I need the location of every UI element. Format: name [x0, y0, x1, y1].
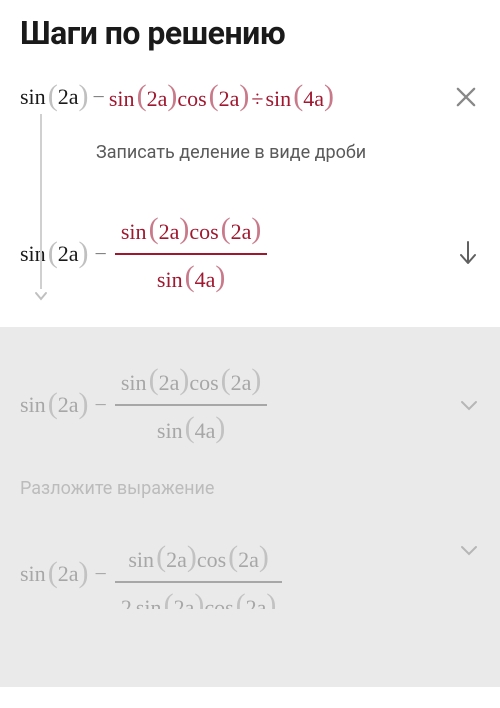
step-2: sin(2a) − sin(2a)cos(2a) sin(4a) — [0, 163, 500, 327]
step-3: sin(2a) − sin(2a)cos(2a) sin(4a) — [0, 328, 500, 448]
step-1: sin(2a) − sin(2a)cos(2a)÷sin(4a) Записат… — [0, 62, 500, 163]
step-4: sin(2a) − sin(2a)cos(2a) 2sin(2a)cos(2a) — [0, 499, 500, 609]
chevron-down-icon[interactable] — [458, 394, 480, 416]
close-icon[interactable] — [452, 83, 480, 111]
expand-down-icon[interactable] — [456, 240, 480, 268]
expression-step3: sin(2a) − sin(2a)cos(2a) sin(4a) — [20, 362, 269, 448]
expression-fraction: sin(2a) − sin(2a)cos(2a) sin(4a) — [20, 211, 269, 297]
step-hint-3: Разложите выражение — [0, 448, 500, 499]
faded-steps: sin(2a) − sin(2a)cos(2a) sin(4a) Разложи… — [0, 327, 500, 687]
chevron-down-icon[interactable] — [458, 539, 480, 561]
expression-initial: sin(2a) − sin(2a)cos(2a)÷sin(4a) — [20, 80, 334, 114]
step-hint-1: Записать деление в виде дроби — [96, 142, 480, 163]
expression-step4: sin(2a) − sin(2a)cos(2a) 2sin(2a)cos(2a) — [20, 539, 284, 609]
page-title: Шаги по решению — [20, 14, 480, 52]
step-arrow — [34, 114, 48, 303]
